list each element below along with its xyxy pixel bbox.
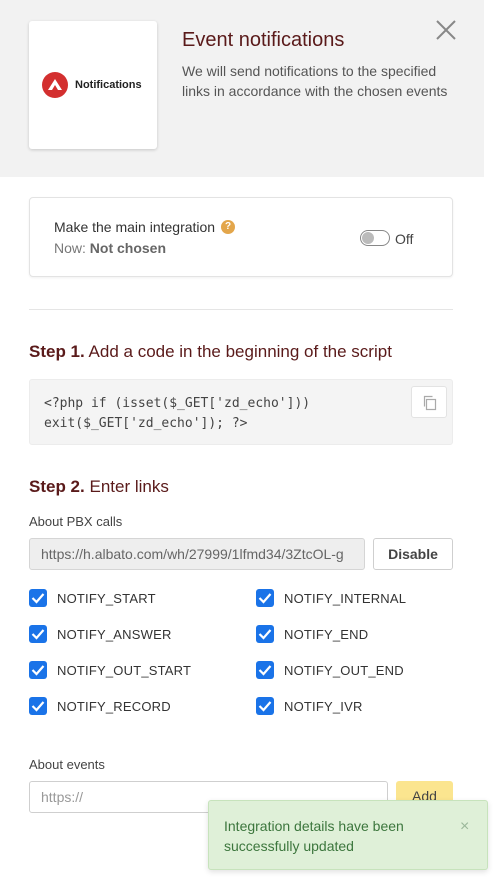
- checkbox-item[interactable]: NOTIFY_OUT_START: [29, 661, 191, 679]
- checkbox-item[interactable]: NOTIFY_RECORD: [29, 697, 171, 715]
- checkbox[interactable]: [29, 589, 47, 607]
- checkbox-label: NOTIFY_INTERNAL: [284, 590, 407, 606]
- step2-title: Enter links: [89, 477, 169, 496]
- step1-number: Step 1.: [29, 342, 85, 361]
- checkbox-label: NOTIFY_OUT_END: [284, 662, 404, 678]
- checkbox-label: NOTIFY_OUT_START: [57, 662, 192, 678]
- copy-icon: [423, 395, 437, 411]
- step2-number: Step 2.: [29, 477, 85, 496]
- main-integration-toggle[interactable]: [360, 230, 390, 246]
- toggle-state-label: Off: [395, 231, 414, 247]
- checkbox[interactable]: [29, 661, 47, 679]
- status-value: Not chosen: [89, 240, 167, 256]
- logo-card: Notifications: [29, 21, 157, 149]
- checkbox[interactable]: [256, 661, 274, 679]
- checkbox[interactable]: [256, 625, 274, 643]
- step1-title: Add a code in the beginning of the scrip…: [88, 342, 392, 361]
- checkmark-icon: [258, 701, 272, 712]
- checkbox[interactable]: [29, 697, 47, 715]
- checkbox[interactable]: [29, 625, 47, 643]
- checkbox-item[interactable]: NOTIFY_ANSWER: [29, 625, 172, 643]
- section-divider: [29, 309, 453, 310]
- checkbox-label: NOTIFY_IVR: [284, 698, 363, 714]
- events-label: About events: [29, 757, 105, 772]
- checkbox[interactable]: [256, 589, 274, 607]
- checkmark-icon: [258, 665, 272, 676]
- step1-heading: Step 1. Add a code in the beginning of t…: [29, 342, 392, 362]
- code-snippet: <?php if (isset($_GET['zd_echo'])) exit(…: [44, 396, 311, 431]
- toast-close-button[interactable]: ×: [460, 818, 469, 836]
- code-block: <?php if (isset($_GET['zd_echo'])) exit(…: [29, 379, 453, 445]
- page-description: We will send notifications to the specif…: [182, 63, 448, 99]
- pbx-url-field[interactable]: https://h.albato.com/wh/27999/1lfmd34/3Z…: [29, 538, 365, 570]
- scrollbar[interactable]: [484, 0, 496, 883]
- pbx-calls-label: About PBX calls: [29, 514, 123, 529]
- checkbox[interactable]: [256, 697, 274, 715]
- close-icon: [436, 20, 456, 40]
- checkmark-icon: [31, 593, 45, 604]
- checkbox-item[interactable]: NOTIFY_IVR: [256, 697, 363, 715]
- toggle-knob: [362, 232, 374, 244]
- status-label: Now:: [54, 240, 86, 256]
- toast-message: Integration details have been successful…: [224, 818, 404, 854]
- disable-button[interactable]: Disable: [373, 538, 453, 570]
- step2-heading: Step 2. Enter links: [29, 477, 169, 497]
- page-title: Event notifications: [182, 29, 345, 51]
- logo-text: Notifications: [75, 79, 142, 91]
- checkmark-icon: [258, 593, 272, 604]
- main-integration-card: Make the main integration ? Now: Not cho…: [29, 197, 453, 277]
- checkbox-label: NOTIFY_START: [57, 590, 156, 606]
- checkbox-label: NOTIFY_END: [284, 626, 369, 642]
- help-icon[interactable]: ?: [221, 220, 235, 234]
- checkbox-label: NOTIFY_RECORD: [57, 698, 171, 714]
- success-toast: Integration details have been successful…: [208, 800, 488, 870]
- close-button[interactable]: [434, 18, 458, 42]
- checkmark-icon: [31, 665, 45, 676]
- notifications-logo-icon: [42, 72, 68, 98]
- checkmark-icon: [31, 701, 45, 712]
- checkbox-item[interactable]: NOTIFY_INTERNAL: [256, 589, 406, 607]
- checkmark-icon: [31, 629, 45, 640]
- copy-button[interactable]: [411, 386, 447, 418]
- header-panel: Notifications Event notifications We wil…: [0, 0, 484, 177]
- checkbox-item[interactable]: NOTIFY_OUT_END: [256, 661, 404, 679]
- checkbox-label: NOTIFY_ANSWER: [57, 626, 172, 642]
- logo: Notifications: [42, 72, 142, 98]
- main-integration-title: Make the main integration: [54, 219, 216, 235]
- checkbox-item[interactable]: NOTIFY_END: [256, 625, 368, 643]
- checkbox-item[interactable]: NOTIFY_START: [29, 589, 156, 607]
- checkmark-icon: [258, 629, 272, 640]
- main-integration-status: Now: Not chosen: [54, 240, 166, 256]
